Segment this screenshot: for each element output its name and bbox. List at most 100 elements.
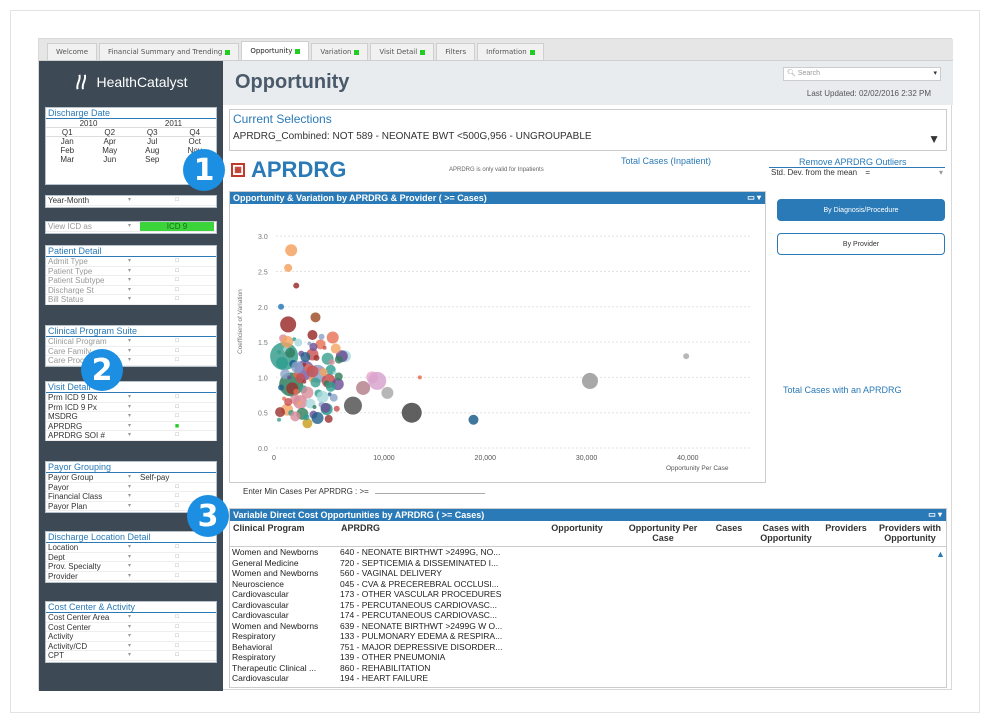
table-row[interactable]: Respiratory 133 - PULMONARY EDEMA & RESPI…	[230, 631, 946, 642]
filter-row[interactable]: APRDRG SOI # ▾ □	[46, 431, 216, 441]
scatter-point[interactable]	[311, 412, 324, 425]
scatter-point[interactable]	[293, 388, 300, 395]
search-icon[interactable]: □	[140, 393, 214, 402]
scatter-point[interactable]	[313, 354, 320, 361]
search-icon[interactable]: □	[140, 572, 214, 581]
month-item[interactable]: Aug	[131, 146, 174, 155]
icd-9-value[interactable]: ICD 9	[140, 222, 214, 231]
scatter-point[interactable]	[306, 365, 319, 378]
scatter-point[interactable]	[301, 386, 314, 399]
search-icon[interactable]: □	[140, 632, 214, 641]
scatter-point[interactable]	[284, 397, 293, 406]
by-diagnosis-button[interactable]: By Diagnosis/Procedure	[777, 199, 945, 221]
filter-row[interactable]: Payor Group ▾ Self-pay	[46, 473, 216, 483]
scatter-point[interactable]	[277, 349, 282, 354]
month-item[interactable]: May	[89, 146, 132, 155]
scatter-point[interactable]	[316, 390, 329, 403]
scatter-point[interactable]	[285, 347, 296, 358]
scatter-point[interactable]	[330, 343, 341, 354]
table-row[interactable]: Women and Newborns 560 - VAGINAL DELIVERY	[230, 568, 946, 579]
current-selections-panel[interactable]: Current Selections APRDRG_Combined: NOT …	[229, 109, 947, 151]
scatter-point[interactable]	[310, 312, 321, 323]
scatter-point[interactable]	[368, 371, 387, 390]
filter-row[interactable]: Prm ICD 9 Px ▾ □	[46, 403, 216, 412]
scatter-point[interactable]	[581, 372, 598, 389]
search-icon[interactable]: □	[140, 337, 214, 346]
column-header[interactable]: Clinical Program	[230, 521, 338, 546]
remove-outliers-label[interactable]: Remove APRDRG Outliers	[799, 157, 907, 167]
scatter-point[interactable]	[280, 316, 297, 333]
table-row[interactable]: Cardiovascular 175 - PERCUTANEOUS CARDIOV…	[230, 600, 946, 611]
filter-row[interactable]: Prov. Specialty ▾ □	[46, 562, 216, 572]
search-icon[interactable]: □	[140, 257, 214, 266]
tab-filters[interactable]: Filters	[436, 43, 476, 60]
scatter-point[interactable]	[468, 414, 479, 425]
filter-row[interactable]: Care Family ▾ □	[46, 347, 216, 356]
scatter-point[interactable]	[320, 402, 331, 413]
scatter-point[interactable]	[276, 356, 289, 369]
selected-indicator-icon[interactable]: ■	[140, 422, 214, 431]
scatter-point[interactable]	[307, 330, 318, 340]
quarter-q4[interactable]: Q4	[173, 128, 216, 137]
search-icon[interactable]: □	[140, 553, 214, 562]
filter-row[interactable]: CPT ▾ □	[46, 651, 216, 661]
scatter-point[interactable]	[334, 372, 343, 381]
scatter-point[interactable]	[356, 380, 371, 395]
filter-row[interactable]: Dept ▾ □	[46, 553, 216, 562]
quarter-q2[interactable]: Q2	[88, 128, 131, 137]
search-icon[interactable]: □	[140, 412, 214, 421]
tab-information[interactable]: Information	[477, 43, 544, 60]
search-icon[interactable]: □	[140, 347, 214, 356]
scatter-point[interactable]	[278, 303, 285, 310]
table-row[interactable]: Women and Newborns 639 - NEONATE BIRTHWT …	[230, 621, 946, 632]
month-item[interactable]: Oct	[174, 137, 217, 146]
column-header[interactable]: Cases	[704, 521, 754, 546]
scatter-point[interactable]	[319, 368, 328, 377]
quarter-q1[interactable]: Q1	[46, 128, 89, 137]
scatter-point[interactable]	[290, 411, 301, 422]
filter-row[interactable]: Cost Center Area ▾ □	[46, 613, 216, 623]
scatter-point[interactable]	[381, 386, 394, 399]
filter-row[interactable]: Financial Class ▾ □	[46, 492, 216, 502]
table-row[interactable]: Therapeutic Clinical ... 860 - REHABILITA…	[230, 663, 946, 674]
filter-row[interactable]: Location ▾ □	[46, 543, 216, 553]
scatter-point[interactable]	[333, 405, 340, 412]
min-cases-input[interactable]: Enter Min Cases Per APRDRG : >=	[243, 487, 485, 496]
filter-row[interactable]: Admit Type ▾ □	[46, 257, 216, 267]
search-icon[interactable]: □	[140, 431, 214, 440]
filter-row[interactable]: Bill Status ▾ □	[46, 295, 216, 305]
search-input[interactable]: 🔍︎ Search ▾	[783, 67, 941, 81]
grid-icon[interactable]: ▦	[231, 163, 245, 177]
scatter-point[interactable]	[328, 359, 335, 366]
scatter-point[interactable]	[310, 377, 321, 388]
scatter-point[interactable]	[300, 352, 311, 363]
tab-opportunity[interactable]: Opportunity	[241, 41, 310, 60]
scatter-point[interactable]	[284, 263, 293, 272]
window-icon[interactable]: ▭ ▾	[928, 509, 942, 521]
scatter-point[interactable]	[302, 379, 307, 384]
filter-row[interactable]: Prm ICD 9 Dx ▾ □	[46, 393, 216, 403]
scatter-point[interactable]	[324, 414, 333, 423]
search-icon[interactable]: □	[140, 295, 214, 304]
table-row[interactable]: Neuroscience 045 - CVA & PRECEREBRAL OCCL…	[230, 579, 946, 590]
window-icon[interactable]: ▭ ▾	[747, 192, 761, 204]
year-2011[interactable]: 2011	[131, 119, 216, 128]
scatter-point[interactable]	[287, 375, 292, 380]
filter-value[interactable]: Self-pay	[140, 473, 214, 482]
column-header[interactable]: Providers	[818, 521, 874, 546]
filter-row[interactable]: Payor ▾ □	[46, 483, 216, 492]
search-icon[interactable]: □	[140, 403, 214, 412]
tab-welcome[interactable]: Welcome	[47, 43, 98, 60]
tab-visit-detail[interactable]: Visit Detail	[370, 43, 435, 60]
column-header[interactable]: Opportunity Per Case	[622, 521, 704, 546]
table-row[interactable]: Cardiovascular 173 - OTHER VASCULAR PROCE…	[230, 589, 946, 600]
scatter-point[interactable]	[285, 244, 298, 257]
scatter-point[interactable]	[322, 345, 327, 350]
filter-row[interactable]: Clinical Program ▾ □	[46, 337, 216, 347]
chevron-down-icon[interactable]: ▾	[933, 68, 937, 80]
filter-row[interactable]: Patient Type ▾ □	[46, 267, 216, 276]
table-row[interactable]: Cardiovascular 194 - HEART FAILURE	[230, 673, 946, 684]
month-item[interactable]: Jan	[46, 137, 89, 146]
table-row[interactable]: Behavioral 751 - MAJOR DEPRESSIVE DISORDE…	[230, 642, 946, 653]
scatter-point[interactable]	[325, 381, 336, 392]
